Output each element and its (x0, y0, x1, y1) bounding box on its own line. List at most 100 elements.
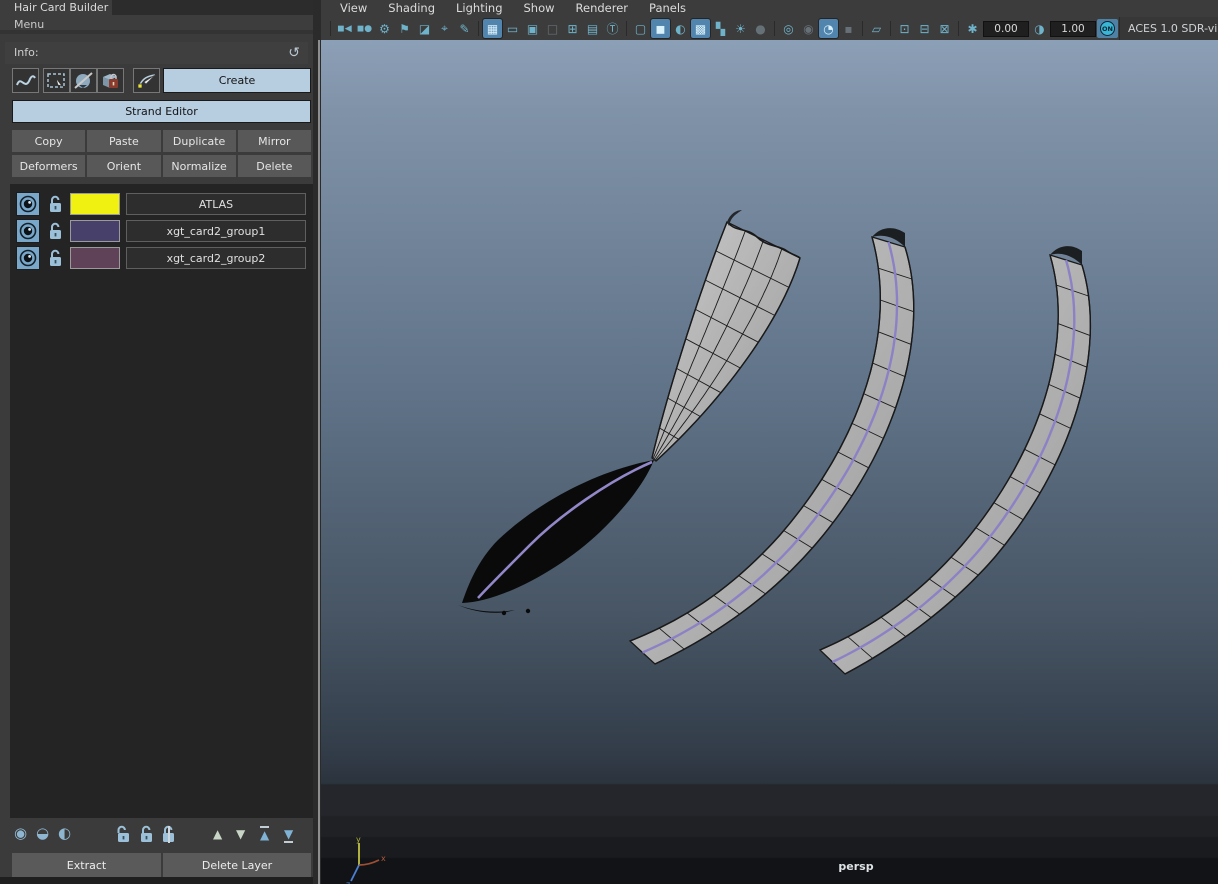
exposure-icon[interactable]: ✱ (963, 19, 982, 38)
contrast-icon[interactable]: ◑ (1030, 19, 1049, 38)
visibility-toggle[interactable] (16, 246, 40, 270)
wireframe-icon[interactable]: ▢ (631, 19, 650, 38)
eye-open-icon[interactable]: ◉ (14, 824, 27, 842)
view-transform-label[interactable]: ACES 1.0 SDR-video (sR (1119, 17, 1218, 40)
lock-toggle[interactable] (44, 246, 66, 270)
safe-title-icon[interactable]: Ⓣ (603, 19, 622, 38)
move-top-icon[interactable]: ▲ (260, 826, 269, 841)
exposure-field[interactable]: 0.00 (983, 21, 1029, 37)
lock-geometry-button[interactable] (97, 68, 124, 93)
layer-name-field[interactable]: xgt_card2_group1 (126, 220, 306, 242)
menu-lighting[interactable]: Lighting (456, 0, 502, 17)
gate-mask-icon[interactable]: □ (543, 19, 562, 38)
move-down-icon[interactable]: ▼ (236, 828, 245, 840)
safe-action-icon[interactable]: ▤ (583, 19, 602, 38)
lock-toggle[interactable] (44, 192, 66, 216)
paste-button[interactable]: Paste (87, 130, 160, 152)
overlap-squares-filled-icon[interactable]: ⊟ (915, 19, 934, 38)
delete-layer-button[interactable]: Delete Layer (163, 853, 311, 877)
shadows-icon[interactable]: ● (751, 19, 770, 38)
layer-name-field[interactable]: xgt_card2_group2 (126, 247, 306, 269)
leaf-dot (526, 609, 530, 613)
visibility-toggle[interactable] (16, 219, 40, 243)
hair-card-builder-window: Hair Card Builder Menu Info: ↺ (0, 0, 1218, 884)
menu-renderer[interactable]: Renderer (576, 0, 629, 17)
lights-icon[interactable]: ☀ (731, 19, 750, 38)
resolution-gate-icon[interactable]: ▣ (523, 19, 542, 38)
refresh-icon[interactable]: ↺ (288, 42, 300, 64)
image-plane-icon[interactable]: ◪ (415, 19, 434, 38)
panel-menu[interactable]: Menu (0, 15, 313, 34)
axis-gizmo: y x z (341, 833, 397, 884)
unlock-all-icon[interactable] (115, 825, 131, 847)
mirror-button[interactable]: Mirror (238, 130, 311, 152)
grid-icon[interactable]: ▦ (483, 19, 502, 38)
multisample-icon[interactable]: ▪ (839, 19, 858, 38)
move-up-icon[interactable]: ▲ (213, 828, 222, 840)
move-bottom-icon[interactable]: ▼ (284, 828, 293, 843)
eye-icon (19, 249, 37, 267)
sphere-toggle-button[interactable] (70, 68, 97, 93)
action-row-1: Copy Paste Duplicate Mirror (12, 130, 311, 152)
menu-panels[interactable]: Panels (649, 0, 686, 17)
transparency-icon[interactable]: ▚ (711, 19, 730, 38)
wireframe-on-shaded-icon[interactable]: ▩ (691, 19, 710, 38)
layer-color-swatch[interactable] (70, 247, 120, 269)
ssao-icon[interactable]: ◎ (779, 19, 798, 38)
action-row-2: Deformers Orient Normalize Delete (12, 155, 311, 177)
bookmark-icon[interactable]: ⚑ (395, 19, 414, 38)
layer-color-swatch[interactable] (70, 220, 120, 242)
overlap-squares-icon[interactable]: ⊡ (895, 19, 914, 38)
scene-3d[interactable]: persp y x z (321, 45, 1218, 884)
layer-footer-toolbar: ◉ ◒ ◐ ▲ ▼ ▲ ▼ (0, 822, 313, 850)
panel-tabbar: Hair Card Builder (0, 0, 313, 15)
orient-button[interactable]: Orient (87, 155, 160, 177)
unlock-icon (47, 249, 63, 267)
eye-icon (19, 222, 37, 240)
visibility-toggle[interactable] (16, 192, 40, 216)
anti-alias-icon[interactable]: ◔ (819, 19, 838, 38)
create-button[interactable]: Create (163, 68, 311, 93)
pen-curve-button[interactable] (133, 68, 160, 93)
eye-shaded-icon[interactable]: ◒ (36, 824, 49, 842)
smooth-shade-icon[interactable]: ◼ (651, 19, 670, 38)
tab-hair-card-builder[interactable]: Hair Card Builder (0, 0, 112, 15)
gamma-field[interactable]: 1.00 (1050, 21, 1096, 37)
lock-toggle[interactable] (44, 219, 66, 243)
duplicate-button[interactable]: Duplicate (163, 130, 236, 152)
menu-view[interactable]: View (340, 0, 367, 17)
deformers-button[interactable]: Deformers (12, 155, 85, 177)
unlock-icon (47, 195, 63, 213)
menu-show[interactable]: Show (524, 0, 555, 17)
card-1-tip-curl (727, 210, 742, 226)
marquee-select-button[interactable] (43, 68, 70, 93)
delete-button[interactable]: Delete (238, 155, 311, 177)
pan-zoom-icon[interactable]: ⌖ (435, 19, 454, 38)
field-chart-icon[interactable]: ⊞ (563, 19, 582, 38)
extract-button[interactable]: Extract (12, 853, 161, 877)
layer-color-swatch[interactable] (70, 193, 120, 215)
curve-tool-button[interactable] (12, 68, 39, 93)
eye-half-icon[interactable]: ◐ (58, 824, 71, 842)
menu-shading[interactable]: Shading (388, 0, 435, 17)
axis-x-label: x (381, 854, 386, 863)
textured-icon[interactable]: ◐ (671, 19, 690, 38)
camera-lock-icon[interactable]: ◼● (355, 19, 374, 38)
camera-select-icon[interactable]: ◼◀ (335, 19, 354, 38)
normalize-button[interactable]: Normalize (163, 155, 236, 177)
copy-button[interactable]: Copy (12, 130, 85, 152)
box-arrow-icon[interactable]: ⊠ (935, 19, 954, 38)
lock-strike-icon[interactable] (160, 825, 176, 847)
grease-pencil-icon[interactable]: ✎ (455, 19, 474, 38)
motion-blur-icon[interactable]: ◉ (799, 19, 818, 38)
color-management-toggle[interactable]: ON (1097, 19, 1118, 38)
film-gate-icon[interactable]: ▭ (503, 19, 522, 38)
strand-editor-button[interactable]: Strand Editor (12, 100, 311, 123)
marquee-select-icon[interactable]: ▱ (867, 19, 886, 38)
camera-gear-icon[interactable]: ⚙ (375, 19, 394, 38)
on-badge-icon: ON (1100, 21, 1115, 36)
layer-name-field[interactable]: ATLAS (126, 193, 306, 215)
panel-splitter[interactable] (313, 0, 321, 884)
marquee-select-icon (46, 72, 68, 90)
lock-all-icon[interactable] (138, 825, 154, 847)
